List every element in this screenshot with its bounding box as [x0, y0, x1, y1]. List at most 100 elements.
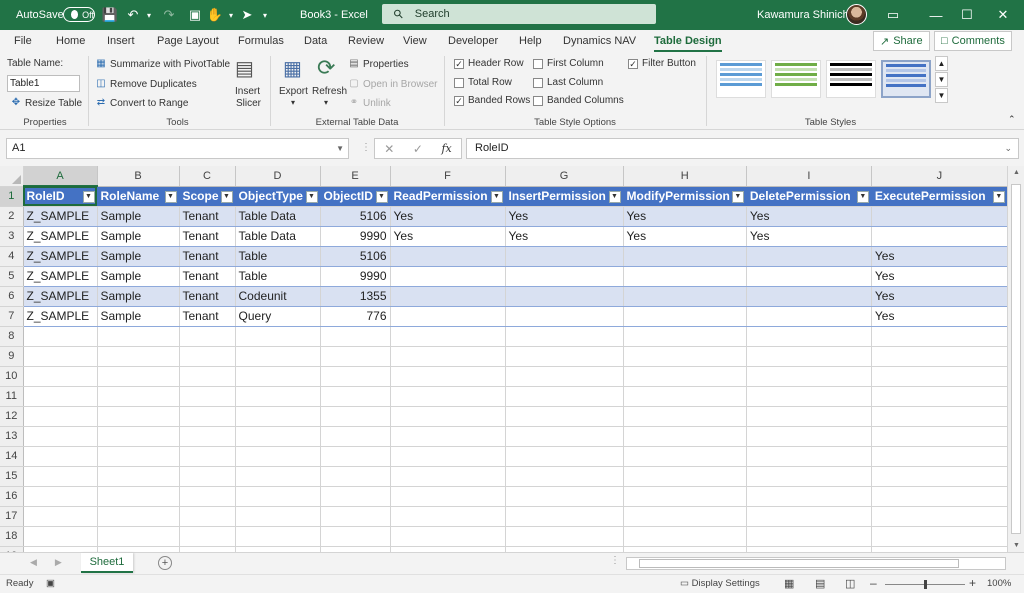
search-box[interactable]: ⚲ Search [382, 4, 656, 24]
table-cell[interactable]: Table [235, 266, 321, 287]
empty-cell[interactable] [746, 366, 872, 387]
empty-cell[interactable] [390, 406, 506, 427]
horizontal-scrollbar[interactable] [626, 557, 1006, 570]
table-cell[interactable]: 5106 [320, 206, 391, 227]
empty-cell[interactable] [505, 326, 624, 347]
tab-page-layout[interactable]: Page Layout [157, 30, 219, 52]
table-cell[interactable]: Z_SAMPLE [23, 246, 98, 267]
unlink-button[interactable]: ⚭ Unlink [348, 97, 391, 109]
table-style-blue[interactable] [716, 60, 766, 98]
empty-cell[interactable] [390, 366, 506, 387]
table-cell[interactable]: Tenant [179, 206, 236, 227]
empty-cell[interactable] [320, 326, 391, 347]
table-header-cell[interactable]: InsertPermission ▼ [505, 186, 624, 207]
empty-cell[interactable] [23, 346, 98, 367]
empty-cell[interactable] [320, 426, 391, 447]
table-style-green[interactable] [771, 60, 821, 98]
empty-cell[interactable] [390, 486, 506, 507]
empty-cell[interactable] [23, 506, 98, 527]
empty-cell[interactable] [97, 346, 180, 367]
table-cell[interactable]: Yes [505, 226, 624, 247]
empty-cell[interactable] [235, 426, 321, 447]
table-cell[interactable]: Yes [390, 206, 506, 227]
tab-table-design[interactable]: Table Design [654, 30, 722, 52]
tab-file[interactable]: File [14, 30, 32, 52]
column-header[interactable]: A [23, 166, 98, 187]
empty-cell[interactable] [505, 366, 624, 387]
empty-cell[interactable] [505, 486, 624, 507]
empty-cell[interactable] [179, 486, 236, 507]
row-header[interactable]: 9 [0, 346, 24, 367]
table-cell[interactable]: Yes [746, 226, 872, 247]
tab-insert[interactable]: Insert [107, 30, 135, 52]
row-header[interactable]: 13 [0, 426, 24, 447]
table-cell[interactable]: Sample [97, 286, 180, 307]
empty-cell[interactable] [746, 466, 872, 487]
filter-button-option[interactable]: ✓ Filter Button [628, 58, 696, 69]
empty-cell[interactable] [179, 326, 236, 347]
tab-dynamics-nav[interactable]: Dynamics NAV [563, 30, 636, 52]
filter-dropdown-icon[interactable]: ▼ [305, 190, 318, 203]
table-cell[interactable] [623, 286, 747, 307]
table-header-cell[interactable]: DeletePermission ▼ [746, 186, 872, 207]
ribbon-display-icon[interactable]: ▭ [878, 0, 908, 30]
row-header[interactable]: 1 [0, 186, 24, 207]
column-header[interactable]: C [179, 166, 236, 187]
table-cell[interactable]: Yes [871, 246, 1008, 267]
maximize-icon[interactable]: ☐ [952, 0, 982, 30]
total-row-option[interactable]: Total Row [454, 77, 512, 88]
empty-cell[interactable] [320, 446, 391, 467]
empty-cell[interactable] [505, 406, 624, 427]
filter-dropdown-icon[interactable]: ▼ [992, 190, 1005, 203]
empty-cell[interactable] [179, 446, 236, 467]
minimize-icon[interactable]: — [921, 0, 951, 30]
empty-cell[interactable] [179, 386, 236, 407]
export-icon[interactable]: ▦ [283, 56, 302, 81]
zoom-level[interactable]: 100% [987, 578, 1011, 589]
empty-cell[interactable] [320, 526, 391, 547]
empty-cell[interactable] [505, 426, 624, 447]
column-header[interactable]: G [505, 166, 624, 187]
remove-duplicates-button[interactable]: ◫ Remove Duplicates [95, 78, 196, 90]
empty-cell[interactable] [623, 466, 747, 487]
first-column-checkbox[interactable] [533, 58, 543, 69]
tab-help[interactable]: Help [519, 30, 542, 52]
table-cell[interactable] [505, 246, 624, 267]
expand-formula-icon[interactable]: ⌄ [1004, 139, 1012, 158]
open-in-browser-button[interactable]: ▢ Open in Browser [348, 78, 437, 90]
empty-cell[interactable] [23, 366, 98, 387]
empty-cell[interactable] [746, 326, 872, 347]
empty-cell[interactable] [235, 446, 321, 467]
empty-cell[interactable] [97, 426, 180, 447]
tab-home[interactable]: Home [56, 30, 85, 52]
empty-cell[interactable] [179, 466, 236, 487]
table-cell[interactable]: Tenant [179, 306, 236, 327]
banded-rows-option[interactable]: ✓ Banded Rows [454, 95, 530, 106]
filter-dropdown-icon[interactable]: ▼ [490, 190, 503, 203]
formula-input[interactable]: RoleID ⌄ [466, 138, 1019, 159]
table-cell[interactable]: Sample [97, 266, 180, 287]
table-cell[interactable]: Z_SAMPLE [23, 226, 98, 247]
empty-cell[interactable] [871, 426, 1008, 447]
empty-cell[interactable] [390, 466, 506, 487]
empty-cell[interactable] [390, 346, 506, 367]
table-header-cell[interactable]: RoleID ▼ [23, 186, 98, 207]
refresh-icon[interactable]: ⟳ [317, 55, 335, 81]
empty-cell[interactable] [623, 326, 747, 347]
header-row-option[interactable]: ✓ Header Row [454, 58, 524, 69]
filter-button-checkbox[interactable]: ✓ [628, 58, 638, 69]
collapse-ribbon-icon[interactable]: ⌃ [1008, 114, 1016, 125]
empty-cell[interactable] [871, 346, 1008, 367]
empty-cell[interactable] [390, 386, 506, 407]
column-header[interactable]: J [871, 166, 1008, 187]
zoom-in-icon[interactable]: + [969, 576, 976, 590]
table-style-black[interactable] [826, 60, 876, 98]
table-cell[interactable]: Table Data [235, 206, 321, 227]
empty-cell[interactable] [97, 486, 180, 507]
row-header[interactable]: 3 [0, 226, 24, 247]
table-cell[interactable]: Tenant [179, 286, 236, 307]
name-box[interactable]: A1 ▼ [6, 138, 349, 159]
empty-cell[interactable] [505, 526, 624, 547]
empty-cell[interactable] [746, 526, 872, 547]
table-cell[interactable]: Yes [623, 206, 747, 227]
